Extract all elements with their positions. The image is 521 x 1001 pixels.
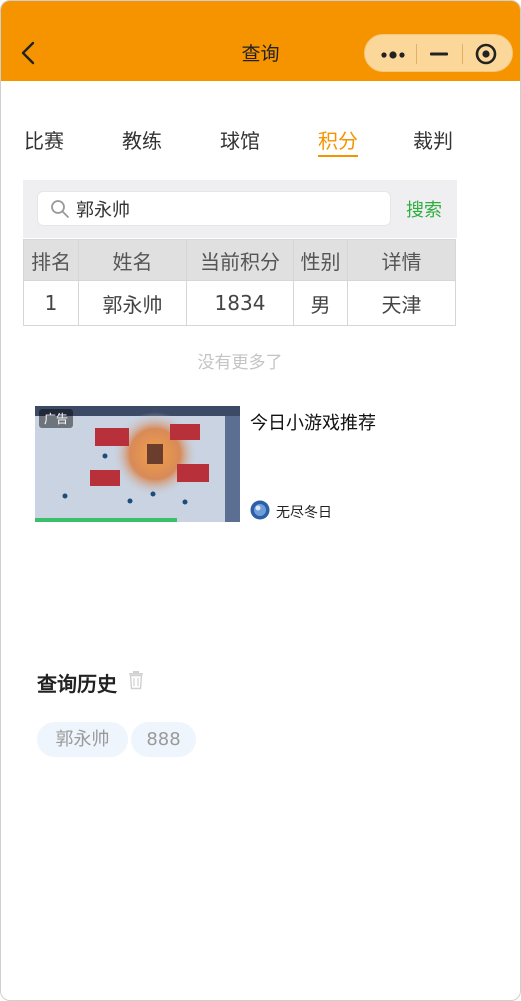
column-header-points: 当前积分: [186, 239, 294, 281]
cell-gender: 男: [293, 280, 348, 326]
history-title: 查询历史: [37, 672, 117, 696]
table-row[interactable]: 1 郭永帅 1834 男 天津: [23, 280, 456, 326]
column-header-details: 详情: [347, 239, 456, 281]
column-header-rank: 排名: [23, 239, 79, 281]
close-target-icon[interactable]: [475, 43, 497, 65]
ad-game-name: 无尽冬日: [276, 505, 332, 521]
search-input[interactable]: [74, 195, 378, 223]
capsule-divider: [416, 44, 417, 64]
no-more-hint: 没有更多了: [197, 353, 283, 373]
history-chip[interactable]: 郭永帅: [37, 722, 128, 757]
cell-points: 1834: [186, 280, 294, 326]
more-icon[interactable]: [379, 47, 407, 61]
search-box: [37, 191, 391, 226]
table-header-row: 排名 姓名 当前积分 性别 详情: [23, 239, 456, 281]
game-ad-card[interactable]: 广告 今日小游戏推荐 无尽冬日: [35, 406, 475, 522]
ad-title: 今日小游戏推荐: [250, 413, 376, 434]
ad-badge: 广告: [39, 409, 74, 428]
search-button[interactable]: 搜索: [406, 196, 442, 222]
cell-details: 天津: [347, 280, 456, 326]
category-tabs: 比赛 教练 球馆 积分 裁判: [1, 125, 520, 157]
minimize-icon[interactable]: [428, 44, 450, 64]
cell-rank: 1: [23, 280, 79, 326]
ad-thumbnail: 广告: [35, 406, 240, 522]
app-frame: 查询 比赛 教练 球馆 积分 裁判 郭永帅 搜索 排名 姓名 当前积分 性别 详…: [0, 0, 521, 1001]
search-bar: 搜索: [23, 180, 457, 238]
tab-match[interactable]: 比赛: [24, 125, 64, 154]
search-icon: [50, 199, 70, 219]
trash-icon[interactable]: [127, 670, 145, 690]
mini-program-capsule: [364, 34, 513, 72]
tab-referee[interactable]: 裁判: [413, 125, 453, 154]
column-header-gender: 性别: [293, 239, 348, 281]
history-chip[interactable]: 888: [131, 722, 196, 757]
cell-name: 郭永帅: [78, 280, 187, 326]
tab-coach[interactable]: 教练: [122, 125, 162, 154]
points-table: 排名 姓名 当前积分 性别 详情 1 郭永帅 1834 男 天津: [23, 239, 456, 326]
tab-points[interactable]: 积分: [318, 125, 358, 157]
capsule-divider: [462, 44, 463, 64]
tab-venue[interactable]: 球馆: [220, 125, 260, 154]
nav-bar: 查询: [1, 1, 520, 81]
column-header-name: 姓名: [78, 239, 187, 281]
globe-icon: [250, 500, 270, 520]
